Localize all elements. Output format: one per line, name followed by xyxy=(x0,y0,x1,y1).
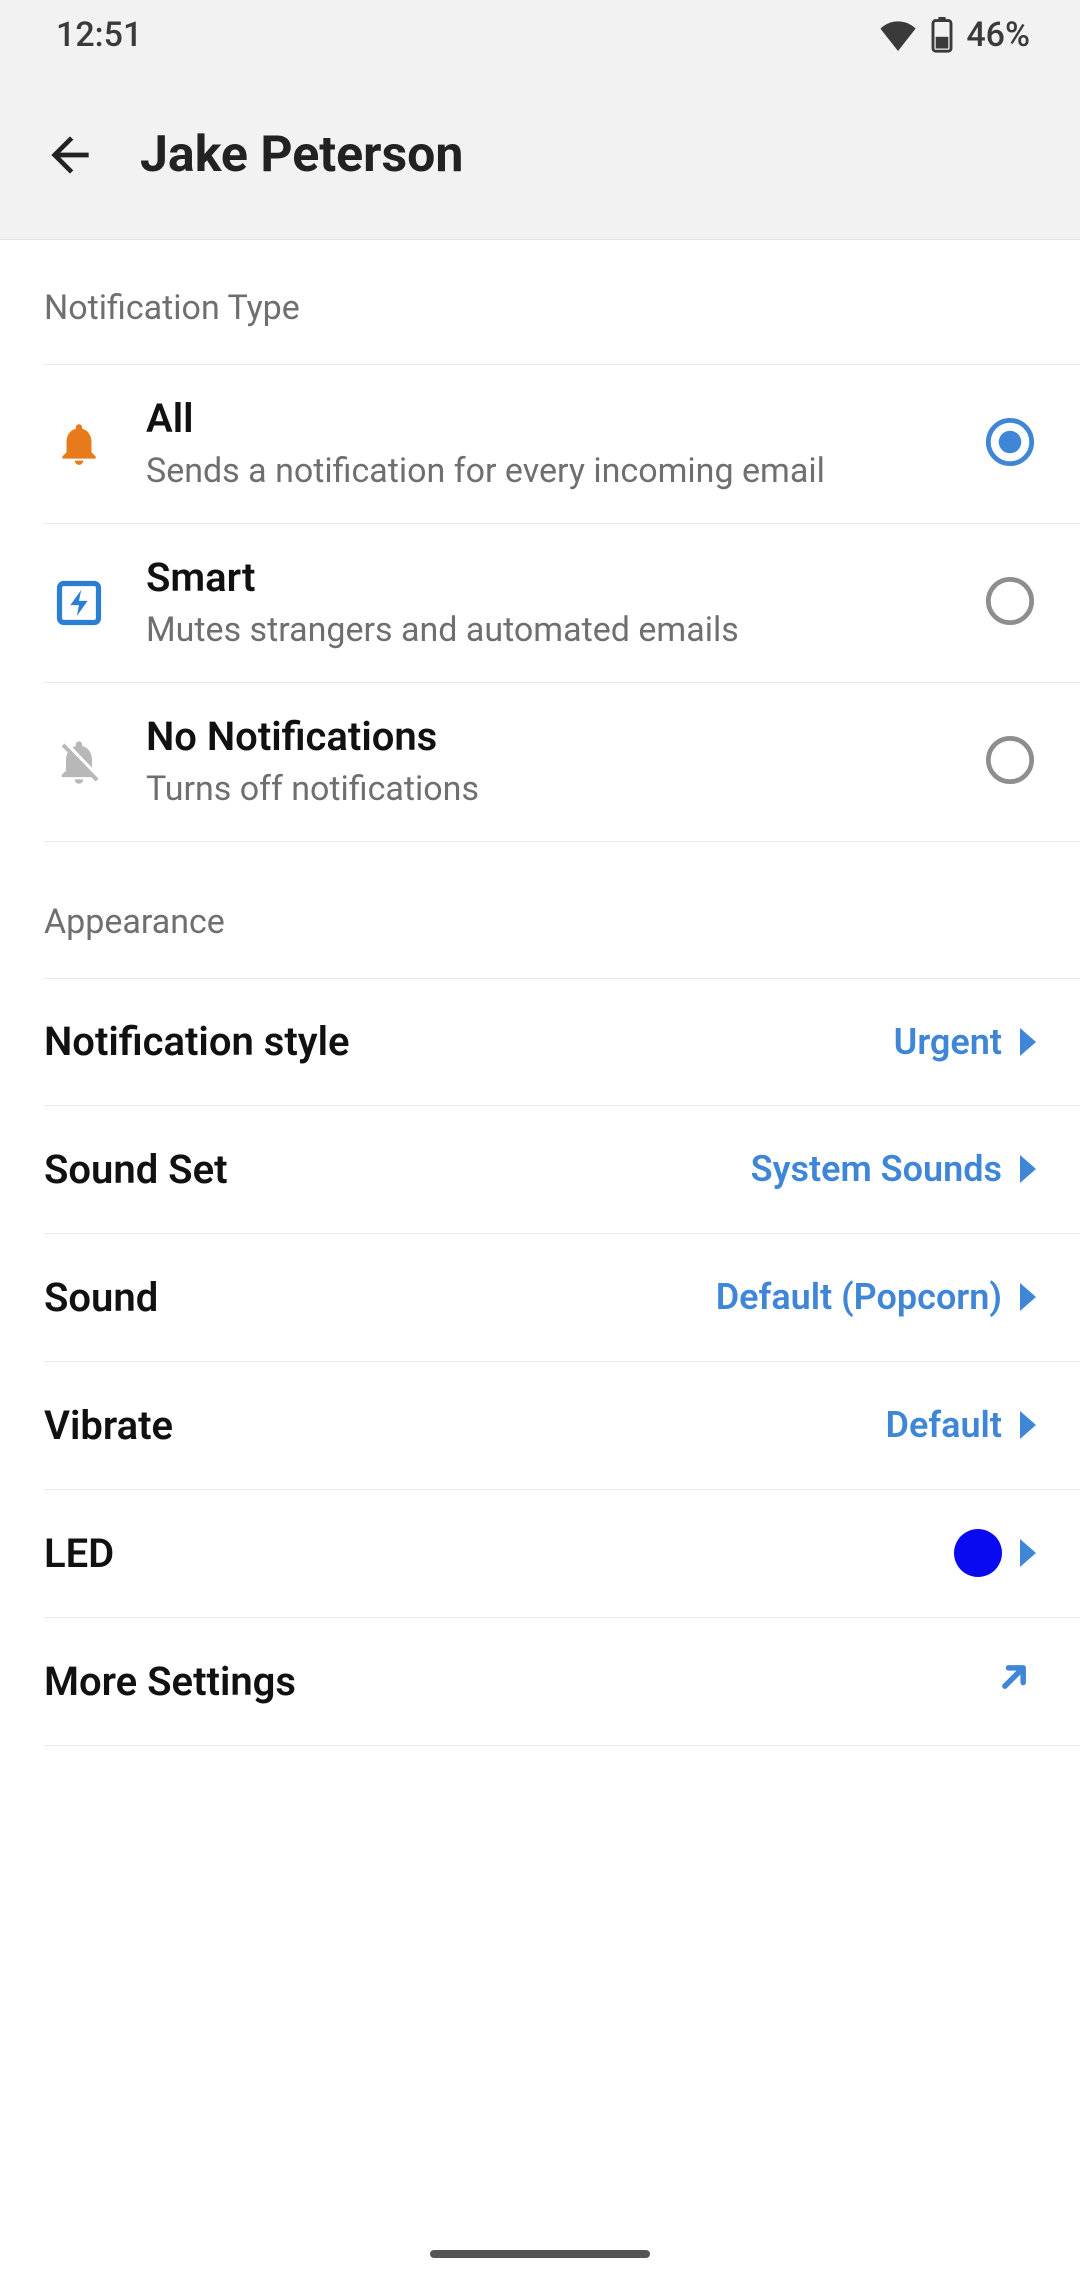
setting-label: LED xyxy=(44,1530,114,1577)
row-vibrate[interactable]: Vibrate Default xyxy=(44,1362,1080,1490)
arrow-left-icon xyxy=(42,127,98,183)
setting-value: Default (Popcorn) xyxy=(716,1276,1002,1318)
chevron-right-icon xyxy=(1020,1028,1036,1056)
status-right: 46% xyxy=(878,15,1030,55)
setting-label: Vibrate xyxy=(44,1402,173,1449)
status-battery-pct: 46% xyxy=(966,15,1030,55)
setting-value: Default xyxy=(886,1404,1003,1446)
wifi-icon xyxy=(878,19,918,51)
section-header-appearance: Appearance xyxy=(0,842,1080,978)
row-more-settings[interactable]: More Settings xyxy=(44,1618,1080,1746)
app-bar: Jake Peterson xyxy=(0,70,1080,240)
option-title: Smart xyxy=(146,552,932,604)
option-subtitle: Turns off notifications xyxy=(146,767,932,813)
section-header-notification-type: Notification Type xyxy=(0,240,1080,364)
appearance-settings: Notification style Urgent Sound Set Syst… xyxy=(0,978,1080,1746)
option-title: All xyxy=(146,393,932,445)
status-time: 12:51 xyxy=(56,15,142,55)
setting-label: Notification style xyxy=(44,1018,350,1065)
setting-value: System Sounds xyxy=(751,1148,1002,1190)
chevron-right-icon xyxy=(1020,1155,1036,1183)
back-button[interactable] xyxy=(30,115,110,195)
notification-type-options: All Sends a notification for every incom… xyxy=(0,364,1080,842)
setting-label: More Settings xyxy=(44,1658,296,1705)
option-title: No Notifications xyxy=(146,711,932,763)
nav-handle[interactable] xyxy=(430,2250,650,2258)
option-none[interactable]: No Notifications Turns off notifications xyxy=(44,683,1080,842)
radio-unselected-icon xyxy=(984,575,1036,631)
option-all[interactable]: All Sends a notification for every incom… xyxy=(44,364,1080,524)
chevron-right-icon xyxy=(1020,1539,1036,1567)
setting-label: Sound xyxy=(44,1274,158,1321)
status-bar: 12:51 46% xyxy=(0,0,1080,70)
battery-icon xyxy=(930,17,954,53)
radio-unselected-icon xyxy=(984,734,1036,790)
row-notification-style[interactable]: Notification style Urgent xyxy=(44,978,1080,1106)
setting-label: Sound Set xyxy=(44,1146,228,1193)
bell-icon xyxy=(44,416,114,472)
option-smart[interactable]: Smart Mutes strangers and automated emai… xyxy=(44,524,1080,683)
radio-selected-icon xyxy=(984,416,1036,472)
led-color-dot xyxy=(954,1529,1002,1577)
external-link-icon xyxy=(992,1655,1036,1708)
smart-icon xyxy=(44,577,114,629)
row-sound[interactable]: Sound Default (Popcorn) xyxy=(44,1234,1080,1362)
bell-off-icon xyxy=(44,734,114,790)
option-subtitle: Mutes strangers and automated emails xyxy=(146,608,932,654)
row-led[interactable]: LED xyxy=(44,1490,1080,1618)
option-subtitle: Sends a notification for every incoming … xyxy=(146,449,932,495)
page-title: Jake Peterson xyxy=(140,126,463,184)
row-sound-set[interactable]: Sound Set System Sounds xyxy=(44,1106,1080,1234)
chevron-right-icon xyxy=(1020,1411,1036,1439)
setting-value: Urgent xyxy=(894,1021,1002,1063)
chevron-right-icon xyxy=(1020,1283,1036,1311)
